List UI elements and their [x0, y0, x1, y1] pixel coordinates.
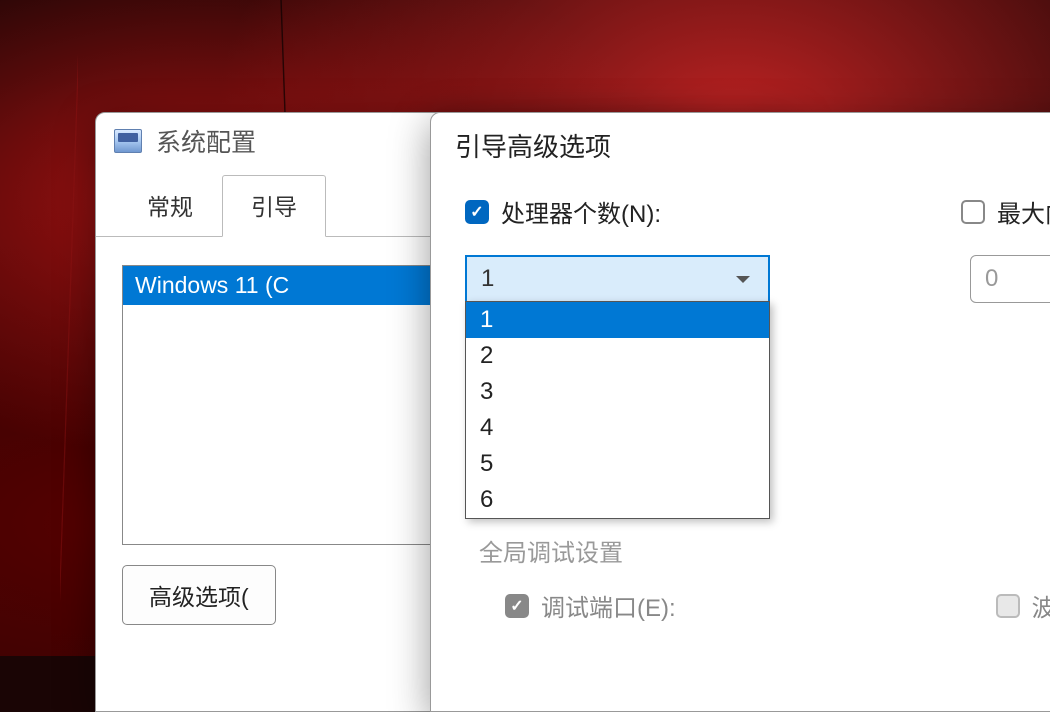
dropdown-option[interactable]: 2	[466, 338, 769, 374]
dropdown-list: 1 2 3 4 5 6	[465, 301, 770, 519]
dropdown-option[interactable]: 6	[466, 482, 769, 518]
checkbox-icon	[505, 594, 529, 618]
dropdown-option[interactable]: 4	[466, 410, 769, 446]
max-memory-label: 最大内	[997, 194, 1050, 229]
processor-count-label: 处理器个数(N):	[501, 194, 661, 229]
advanced-options-button[interactable]: 高级选项(	[122, 565, 276, 625]
checkbox-icon	[996, 594, 1020, 618]
chevron-down-icon	[736, 276, 750, 283]
dropdown-select[interactable]: 1	[465, 255, 770, 303]
max-memory-input[interactable]: 0	[970, 255, 1050, 303]
processor-count-dropdown[interactable]: 1 1 2 3 4 5 6	[465, 255, 770, 303]
dropdown-option[interactable]: 1	[466, 302, 769, 338]
dropdown-option[interactable]: 5	[466, 446, 769, 482]
checkbox-icon	[961, 200, 985, 224]
checkbox-icon	[465, 200, 489, 224]
dropdown-option[interactable]: 3	[466, 374, 769, 410]
debug-port-label: 调试端口(E):	[541, 588, 676, 623]
processor-count-checkbox[interactable]: 处理器个数(N):	[465, 194, 661, 229]
dialog-title: 引导高级选项	[431, 113, 1050, 194]
debug-port-checkbox[interactable]: 调试端口(E):	[505, 588, 676, 623]
baud-rate-label: 波特率(	[1032, 588, 1050, 623]
dropdown-selected-value: 1	[481, 265, 494, 293]
max-memory-checkbox[interactable]: 最大内	[961, 194, 1050, 229]
tab-general[interactable]: 常规	[118, 175, 222, 237]
dialog-content: 处理器个数(N): 最大内 1 1 2 3 4 5 6	[431, 194, 1050, 623]
global-debug-label: 全局调试设置	[479, 533, 1050, 568]
tab-boot[interactable]: 引导	[222, 175, 326, 237]
baud-rate-checkbox[interactable]: 波特率(	[996, 588, 1050, 623]
boot-advanced-dialog: 引导高级选项 处理器个数(N): 最大内 1 1 2	[430, 112, 1050, 712]
app-icon	[114, 129, 142, 153]
window-title: 系统配置	[156, 123, 256, 159]
